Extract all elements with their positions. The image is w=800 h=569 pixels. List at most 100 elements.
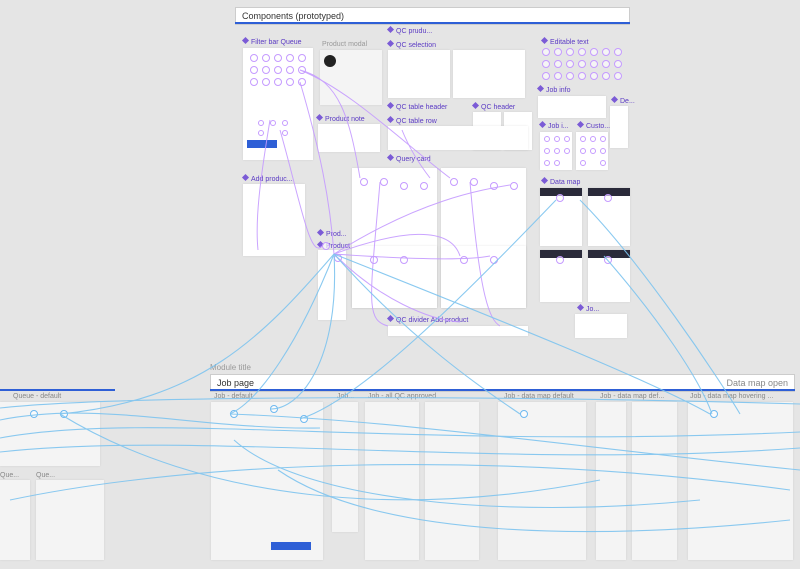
prototype-node[interactable] xyxy=(360,178,368,186)
comp-query-card[interactable]: Query card xyxy=(388,155,431,163)
prototype-node[interactable] xyxy=(300,415,308,423)
prototype-node[interactable] xyxy=(554,136,560,142)
comp-qc-selection[interactable]: QC selection xyxy=(388,41,436,49)
prototype-node[interactable] xyxy=(520,410,528,418)
artboard-job-dm-def-1[interactable] xyxy=(596,402,626,560)
prototype-node[interactable] xyxy=(286,54,294,62)
artboard-de[interactable] xyxy=(610,106,628,148)
prototype-node[interactable] xyxy=(554,72,562,80)
artboard-filter-bar-queue[interactable] xyxy=(243,48,313,160)
prototype-node[interactable] xyxy=(370,256,378,264)
prototype-node[interactable] xyxy=(282,130,288,136)
comp-de[interactable]: De... xyxy=(612,97,635,105)
artboard-qc-divider[interactable] xyxy=(388,326,528,336)
comp-job-i[interactable]: Job i... xyxy=(540,122,569,130)
frame-label-job-dm-hovering[interactable]: Job - data map hovering ... xyxy=(690,393,773,400)
prototype-node[interactable] xyxy=(554,160,560,166)
prototype-node[interactable] xyxy=(566,48,574,56)
artboard-query-card-3[interactable] xyxy=(352,246,437,308)
prototype-node[interactable] xyxy=(460,256,468,264)
prototype-node[interactable] xyxy=(258,120,264,126)
prototype-node[interactable] xyxy=(578,72,586,80)
artboard-que2[interactable] xyxy=(36,480,104,560)
prototype-node[interactable] xyxy=(270,120,276,126)
prototype-node[interactable] xyxy=(298,66,306,74)
prototype-node[interactable] xyxy=(600,160,606,166)
artboard-job-dm-default[interactable] xyxy=(498,402,586,560)
prototype-node[interactable] xyxy=(564,148,570,154)
comp-qc-divider-add-product[interactable]: QC divider Add product xyxy=(388,316,468,324)
artboard-product-note[interactable] xyxy=(318,124,380,152)
prototype-node[interactable] xyxy=(270,405,278,413)
prototype-node[interactable] xyxy=(590,72,598,80)
prototype-node[interactable] xyxy=(262,54,270,62)
frame-label-job-ellipsis[interactable]: Job... xyxy=(337,393,354,400)
comp-custo[interactable]: Custo... xyxy=(578,122,610,130)
prototype-node[interactable] xyxy=(470,178,478,186)
prototype-node[interactable] xyxy=(564,136,570,142)
prototype-node[interactable] xyxy=(544,136,550,142)
frame-label-job-all-qc[interactable]: Job - all QC approved xyxy=(368,393,436,400)
prototype-node[interactable] xyxy=(450,178,458,186)
prototype-node[interactable] xyxy=(262,66,270,74)
frame-label-queue-default[interactable]: Queue - default xyxy=(13,393,61,400)
comp-editable-text[interactable]: Editable text xyxy=(542,38,589,46)
prototype-node[interactable] xyxy=(554,48,562,56)
prototype-node[interactable] xyxy=(600,136,606,142)
prototype-node[interactable] xyxy=(400,182,408,190)
prototype-node[interactable] xyxy=(490,182,498,190)
prototype-node[interactable] xyxy=(542,60,550,68)
artboard-query-card-4[interactable] xyxy=(441,246,526,308)
comp-prod[interactable]: Prod... xyxy=(318,230,347,238)
prototype-node[interactable] xyxy=(600,148,606,154)
prototype-node[interactable] xyxy=(282,120,288,126)
comp-qc-prudu[interactable]: QC prudu... xyxy=(388,27,432,35)
artboard-job-dm-def-2[interactable] xyxy=(632,402,677,560)
comp-data-map[interactable]: Data map xyxy=(542,178,580,186)
artboard-job-ellipsis[interactable] xyxy=(332,402,358,532)
prototype-node[interactable] xyxy=(554,60,562,68)
artboard-product-modal[interactable] xyxy=(320,50,382,105)
artboard-job-info[interactable] xyxy=(538,96,606,118)
prototype-node[interactable] xyxy=(250,66,258,74)
prototype-node[interactable] xyxy=(590,60,598,68)
prototype-node[interactable] xyxy=(602,48,610,56)
prototype-node[interactable] xyxy=(556,256,564,264)
prototype-node[interactable] xyxy=(580,136,586,142)
prototype-node[interactable] xyxy=(614,72,622,80)
prototype-node[interactable] xyxy=(274,54,282,62)
comp-qc-table-header[interactable]: QC table header xyxy=(388,103,447,111)
prototype-node[interactable] xyxy=(604,256,612,264)
artboard-qc-table-row[interactable] xyxy=(388,126,528,150)
prototype-node[interactable] xyxy=(614,60,622,68)
prototype-node[interactable] xyxy=(578,60,586,68)
prototype-node[interactable] xyxy=(566,60,574,68)
prototype-node[interactable] xyxy=(286,78,294,86)
comp-product-modal[interactable]: Product modal xyxy=(322,41,367,48)
artboard-product[interactable] xyxy=(318,250,346,320)
prototype-node[interactable] xyxy=(400,256,408,264)
comp-jo[interactable]: Jo... xyxy=(578,305,599,313)
prototype-node[interactable] xyxy=(286,66,294,74)
prototype-node[interactable] xyxy=(590,148,596,154)
prototype-node[interactable] xyxy=(590,136,596,142)
comp-job-info[interactable]: Job info xyxy=(538,86,571,94)
frame-label-job-default[interactable]: Job - default xyxy=(214,393,253,400)
prototype-node[interactable] xyxy=(334,254,342,262)
prototype-node[interactable] xyxy=(250,54,258,62)
comp-filter-bar-queue[interactable]: Filter bar Queue xyxy=(243,38,302,46)
prototype-node[interactable] xyxy=(60,410,68,418)
frame-label-que2[interactable]: Que... xyxy=(36,472,55,479)
prototype-node[interactable] xyxy=(274,66,282,74)
prototype-node[interactable] xyxy=(710,410,718,418)
artboard-jo[interactable] xyxy=(575,314,627,338)
artboard-que1[interactable] xyxy=(0,480,30,560)
artboard-queue-default[interactable] xyxy=(0,402,100,466)
prototype-node[interactable] xyxy=(554,148,560,154)
prototype-node[interactable] xyxy=(602,60,610,68)
prototype-node[interactable] xyxy=(258,130,264,136)
artboard-qc-selection-2[interactable] xyxy=(453,50,525,98)
prototype-node[interactable] xyxy=(30,410,38,418)
comp-product-note[interactable]: Product note xyxy=(317,115,365,123)
prototype-node[interactable] xyxy=(578,48,586,56)
